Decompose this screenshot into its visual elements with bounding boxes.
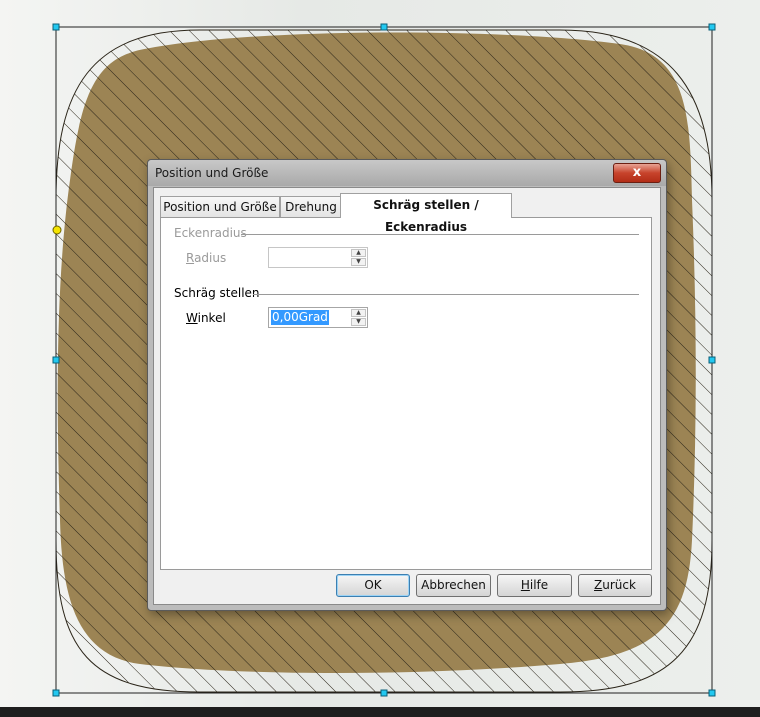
reset-button[interactable]: Zurück (578, 574, 652, 597)
tab-rotation[interactable]: Drehung (280, 196, 342, 217)
ok-button[interactable]: OK (336, 574, 410, 597)
selection-handle[interactable] (380, 23, 388, 31)
corner-radius-group-title: Eckenradius (174, 226, 247, 240)
radius-value (271, 250, 273, 265)
tab-slant-corner-radius[interactable]: Schräg stellen / Eckenradius (340, 193, 512, 234)
angle-value[interactable]: 0,00Grad (271, 310, 329, 325)
dialog-title: Position und Größe (155, 166, 269, 180)
selection-handle[interactable] (52, 689, 60, 697)
angle-spin-field[interactable]: 0,00Grad ▲ ▼ (268, 307, 368, 328)
close-icon: x (632, 165, 642, 180)
position-size-dialog: Position und Größe x Position und Größe … (147, 159, 667, 611)
tab-position-size[interactable]: Position und Größe (160, 196, 280, 217)
help-label: Hilfe (520, 578, 549, 592)
cancel-label: Abbrechen (421, 578, 486, 592)
dialog-titlebar[interactable]: Position und Größe x (148, 160, 666, 186)
reset-label: Zurück (594, 578, 636, 592)
rotation-point-handle[interactable] (52, 225, 62, 235)
selection-handle[interactable] (708, 689, 716, 697)
help-button[interactable]: Hilfe (497, 574, 572, 597)
selection-handle[interactable] (380, 689, 388, 697)
status-strip (0, 707, 760, 717)
cancel-button[interactable]: Abbrechen (416, 574, 491, 597)
ok-label: OK (364, 578, 382, 592)
selection-handle[interactable] (52, 356, 60, 364)
tab-label: Position und Größe (163, 200, 277, 214)
spin-up-arrow-icon[interactable]: ▲ (351, 309, 366, 317)
selection-handle[interactable] (708, 356, 716, 364)
close-button[interactable]: x (613, 163, 661, 183)
spin-down-arrow-icon[interactable]: ▼ (351, 318, 366, 326)
tab-label: Schräg stellen / Eckenradius (373, 198, 479, 234)
slant-group-title: Schräg stellen (174, 286, 260, 300)
dialog-client-area: Position und Größe Drehung Schräg stelle… (153, 187, 661, 605)
selection-handle[interactable] (52, 23, 60, 31)
angle-label: Winkel (186, 311, 226, 325)
group-divider (253, 294, 639, 295)
radius-label: Radius (186, 251, 227, 265)
tab-panel: Eckenradius Radius ▲ ▼ Schräg stellen Wi… (160, 217, 652, 570)
selection-handle[interactable] (708, 23, 716, 31)
spin-down-arrow-icon[interactable]: ▼ (351, 258, 366, 266)
spin-up-arrow-icon[interactable]: ▲ (351, 249, 366, 257)
radius-spin-field[interactable]: ▲ ▼ (268, 247, 368, 268)
tab-label: Drehung (285, 200, 337, 214)
